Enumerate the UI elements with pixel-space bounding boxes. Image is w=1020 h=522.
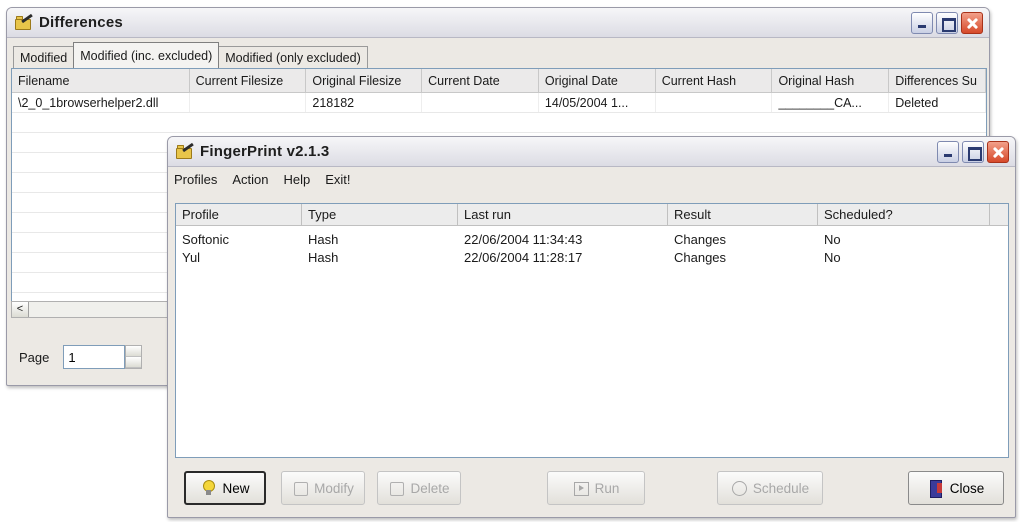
list-item[interactable]: Yul Hash 22/06/2004 11:28:17 Changes No <box>176 248 1008 266</box>
column-header[interactable]: Original Filesize <box>306 69 423 92</box>
differences-tabs: Modified Modified (inc. excluded) Modifi… <box>13 42 368 68</box>
table-cell: Deleted <box>889 93 986 112</box>
profile-scheduled: No <box>824 231 841 247</box>
horizontal-scrollbar[interactable]: < <box>11 301 181 318</box>
modify-button[interactable]: Modify <box>281 471 365 505</box>
table-cell <box>190 93 307 112</box>
column-header[interactable]: Last run <box>458 204 668 225</box>
table-row[interactable]: \2_0_1browserhelper2.dll 218182 14/05/20… <box>12 93 986 113</box>
modify-icon <box>292 480 309 496</box>
menu-exit[interactable]: Exit! <box>325 172 350 187</box>
scroll-left-button[interactable]: < <box>12 302 29 317</box>
column-header[interactable]: Current Date <box>422 69 539 92</box>
profile-last-run: 22/06/2004 11:34:43 <box>464 231 583 247</box>
table-cell: 218182 <box>306 93 423 112</box>
close-button-label: Close <box>949 480 985 496</box>
run-button-label: Run <box>594 480 620 496</box>
column-header[interactable]: Type <box>302 204 458 225</box>
menu-action[interactable]: Action <box>232 172 268 187</box>
pager: Page <box>19 345 143 369</box>
maximize-button[interactable] <box>936 12 958 34</box>
column-header[interactable]: Scheduled? <box>818 204 990 225</box>
tab-modified-inc-excluded[interactable]: Modified (inc. excluded) <box>73 42 220 68</box>
fingerprint-title: FingerPrint v2.1.3 <box>200 143 330 160</box>
new-button[interactable]: New <box>184 471 266 505</box>
minimize-button[interactable] <box>911 12 933 34</box>
profile-name: Yul <box>182 249 201 265</box>
column-header[interactable]: Original Hash <box>772 69 890 92</box>
column-header[interactable]: Current Filesize <box>190 69 307 92</box>
fingerprint-titlebar[interactable]: FingerPrint v2.1.3 <box>168 137 1015 167</box>
profile-type: Hash <box>308 249 339 265</box>
schedule-icon <box>731 480 747 496</box>
list-item[interactable]: Softonic Hash 22/06/2004 11:34:43 Change… <box>176 230 1008 248</box>
new-button-label: New <box>222 480 250 496</box>
fingerprint-window: FingerPrint v2.1.3 Profiles Action Help … <box>167 136 1016 518</box>
profile-name: Softonic <box>182 231 229 247</box>
tab-modified-only-excluded[interactable]: Modified (only excluded) <box>218 46 368 68</box>
modify-button-label: Modify <box>314 480 354 496</box>
page-spinner[interactable] <box>125 345 143 369</box>
menu-help[interactable]: Help <box>284 172 311 187</box>
column-header[interactable]: Result <box>668 204 818 225</box>
delete-button-label: Delete <box>410 480 450 496</box>
close-button[interactable]: Close <box>908 471 1004 505</box>
table-cell <box>656 93 773 112</box>
differences-title: Differences <box>39 14 123 31</box>
table-cell: 14/05/2004 1... <box>539 93 656 112</box>
maximize-button[interactable] <box>962 141 984 163</box>
profile-result: Changes <box>674 231 727 247</box>
profile-scheduled: No <box>824 249 841 265</box>
table-cell <box>422 93 539 112</box>
schedule-button-label: Schedule <box>752 480 810 496</box>
page-input[interactable] <box>63 345 126 369</box>
delete-icon <box>388 480 405 496</box>
run-button[interactable]: Run <box>547 471 645 505</box>
table-cell: \2_0_1browserhelper2.dll <box>12 93 190 112</box>
folder-pen-icon <box>176 142 194 159</box>
column-header[interactable]: Current Hash <box>656 69 773 92</box>
schedule-button[interactable]: Schedule <box>717 471 823 505</box>
empty-row <box>12 113 986 133</box>
column-header[interactable]: Filename <box>12 69 190 92</box>
column-header[interactable]: Profile <box>176 204 302 225</box>
grid-header: Filename Current Filesize Original Files… <box>12 69 986 93</box>
spin-up-button[interactable] <box>126 346 142 357</box>
table-cell: ________CA... <box>772 93 890 112</box>
profile-last-run: 22/06/2004 11:28:17 <box>464 249 583 265</box>
door-exit-icon <box>928 480 944 498</box>
tab-modified[interactable]: Modified <box>13 46 75 68</box>
delete-button[interactable]: Delete <box>377 471 461 505</box>
lightbulb-icon <box>200 480 216 496</box>
differences-titlebar[interactable]: Differences <box>7 8 989 38</box>
folder-pen-icon <box>15 13 33 30</box>
close-window-button[interactable] <box>987 141 1009 163</box>
close-window-button[interactable] <box>961 12 983 34</box>
list-header: Profile Type Last run Result Scheduled? <box>176 204 1008 226</box>
profile-type: Hash <box>308 231 339 247</box>
page-label: Page <box>19 349 50 365</box>
button-bar: New Modify Delete Run Schedule Close <box>168 463 1015 519</box>
profile-result: Changes <box>674 249 727 265</box>
spin-down-button[interactable] <box>126 357 142 368</box>
menu-profiles[interactable]: Profiles <box>174 172 217 187</box>
profiles-list: Profile Type Last run Result Scheduled? … <box>175 203 1009 458</box>
menu-bar: Profiles Action Help Exit! <box>168 167 1015 191</box>
column-header[interactable]: Original Date <box>539 69 656 92</box>
minimize-button[interactable] <box>937 141 959 163</box>
column-header[interactable]: Differences Su <box>889 69 986 92</box>
run-icon <box>573 480 589 496</box>
